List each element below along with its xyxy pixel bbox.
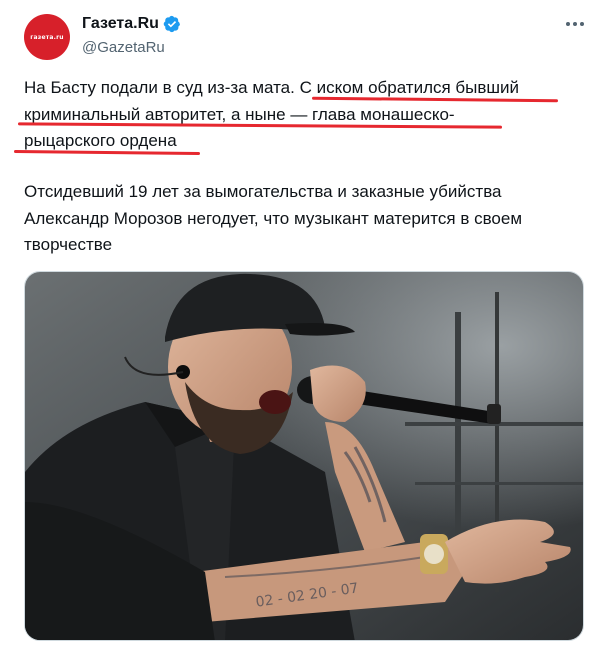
avatar[interactable]: газета.ru bbox=[24, 14, 70, 60]
photo-illustration: 02 - 02 20 - 07 bbox=[25, 272, 583, 640]
author-handle[interactable]: @GazetaRu bbox=[82, 39, 165, 56]
verified-badge-icon bbox=[163, 15, 180, 33]
author-display-name[interactable]: Газета.Ru bbox=[82, 15, 159, 33]
tweet-text-line: Александр Морозов негодует, что музыкант… bbox=[24, 208, 523, 228]
tweet: газета.ru Газета.Ru @GazetaRu На Басту п… bbox=[0, 0, 608, 655]
tweet-text-line: Отсидевший 19 лет за вымогательства и за… bbox=[24, 182, 502, 201]
more-horizontal-icon[interactable] bbox=[564, 16, 586, 32]
avatar-logo-text: газета.ru bbox=[30, 33, 64, 41]
tweet-text-line: творчестве bbox=[24, 235, 113, 254]
tweet-photo[interactable]: 02 - 02 20 - 07 bbox=[24, 271, 584, 641]
tweet-text-line: На Басту подали в суд из-за мата. С иско… bbox=[24, 78, 520, 97]
tweet-text-paragraph-2: Отсидевший 19 лет за вымогательства и за… bbox=[24, 179, 584, 259]
author-name-row: Газета.Ru bbox=[82, 15, 181, 33]
tweet-text-paragraph-1: На Басту подали в суд из-за мата. С иско… bbox=[24, 75, 584, 155]
